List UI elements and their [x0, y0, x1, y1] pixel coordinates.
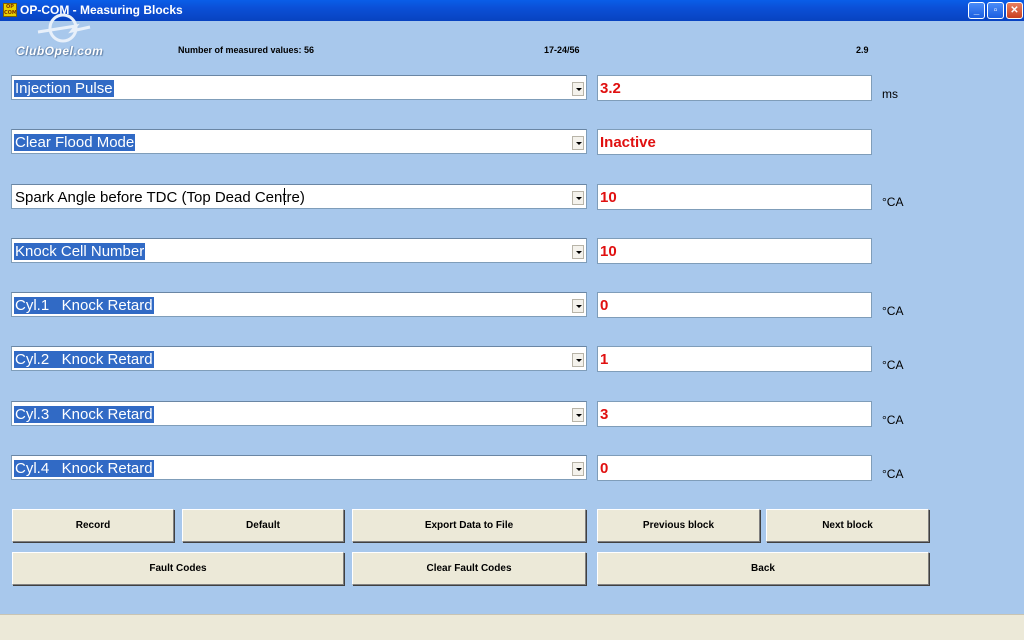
unit-label: °CA	[882, 358, 904, 372]
value-text: 0	[600, 297, 609, 314]
clear-fault-codes-button[interactable]: Clear Fault Codes	[352, 552, 586, 585]
parameter-select[interactable]: Cyl.3 Knock Retard	[11, 401, 587, 426]
parameter-label: Spark Angle before TDC (Top Dead Centre)	[15, 189, 305, 206]
parameter-label: Cyl.3 Knock Retard	[14, 406, 154, 423]
measuring-row: Cyl.1 Knock Retard 0 °CA	[0, 292, 1024, 318]
unit-label: °CA	[882, 467, 904, 481]
status-bar	[0, 614, 1024, 640]
measuring-row: Cyl.3 Knock Retard 3 °CA	[0, 401, 1024, 427]
logo-text: ClubOpel.com	[16, 44, 104, 58]
parameter-select[interactable]: Clear Flood Mode	[11, 129, 587, 154]
parameter-label: Clear Flood Mode	[14, 134, 136, 151]
value-field: Inactive	[597, 129, 872, 155]
maximize-button[interactable]: ▫	[987, 2, 1004, 19]
parameter-label: Injection Pulse	[14, 80, 114, 97]
record-button[interactable]: Record	[12, 509, 174, 542]
unit-label: ms	[882, 87, 898, 101]
parameter-label: Knock Cell Number	[14, 243, 146, 260]
parameter-select[interactable]: Cyl.2 Knock Retard	[11, 346, 587, 371]
measuring-row: Clear Flood Mode Inactive	[0, 129, 1024, 155]
measuring-row: Cyl.2 Knock Retard 1 °CA	[0, 346, 1024, 372]
parameter-label: Cyl.4 Knock Retard	[14, 460, 154, 477]
block-range: 17-24/56	[544, 45, 580, 55]
value-text: 3	[600, 406, 609, 423]
parameter-select[interactable]: Injection Pulse	[11, 75, 587, 100]
chevron-down-icon[interactable]	[572, 245, 584, 259]
value-text: 10	[600, 243, 617, 260]
default-button[interactable]: Default	[182, 509, 344, 542]
chevron-down-icon[interactable]	[572, 462, 584, 476]
value-text: 1	[600, 351, 609, 368]
app-icon: OP COM	[3, 3, 17, 17]
export-data-button[interactable]: Export Data to File	[352, 509, 586, 542]
text-caret	[284, 188, 285, 205]
version-label: 2.9	[856, 45, 869, 55]
measuring-row: Spark Angle before TDC (Top Dead Centre)…	[0, 184, 1024, 210]
chevron-down-icon[interactable]	[572, 353, 584, 367]
value-text: 0	[600, 460, 609, 477]
parameter-label: Cyl.1 Knock Retard	[14, 297, 154, 314]
minimize-button[interactable]: _	[968, 2, 985, 19]
next-block-button[interactable]: Next block	[766, 509, 929, 542]
measuring-row: Cyl.4 Knock Retard 0 °CA	[0, 455, 1024, 481]
chevron-down-icon[interactable]	[572, 299, 584, 313]
previous-block-button[interactable]: Previous block	[597, 509, 760, 542]
value-text: 10	[600, 189, 617, 206]
parameter-select[interactable]: Cyl.1 Knock Retard	[11, 292, 587, 317]
value-field: 0	[597, 455, 872, 481]
unit-label: °CA	[882, 413, 904, 427]
parameter-label: Cyl.2 Knock Retard	[14, 351, 154, 368]
value-text: Inactive	[600, 134, 656, 151]
chevron-down-icon[interactable]	[572, 136, 584, 150]
back-button[interactable]: Back	[597, 552, 929, 585]
value-text: 3.2	[600, 80, 621, 97]
value-field: 0	[597, 292, 872, 318]
measured-values-count: Number of measured values: 56	[178, 45, 315, 55]
measuring-row: Knock Cell Number 10	[0, 238, 1024, 264]
value-field: 3.2	[597, 75, 872, 101]
value-field: 10	[597, 238, 872, 264]
close-button[interactable]: ✕	[1006, 2, 1023, 19]
fault-codes-button[interactable]: Fault Codes	[12, 552, 344, 585]
measuring-row: Injection Pulse 3.2 ms	[0, 75, 1024, 101]
value-field: 10	[597, 184, 872, 210]
parameter-select[interactable]: Cyl.4 Knock Retard	[11, 455, 587, 480]
chevron-down-icon[interactable]	[572, 82, 584, 96]
value-field: 3	[597, 401, 872, 427]
chevron-down-icon[interactable]	[572, 408, 584, 422]
value-field: 1	[597, 346, 872, 372]
chevron-down-icon[interactable]	[572, 191, 584, 205]
unit-label: °CA	[882, 195, 904, 209]
title-bar: OP COM OP-COM - Measuring Blocks _ ▫ ✕	[0, 0, 1024, 21]
unit-label: °CA	[882, 304, 904, 318]
parameter-select[interactable]: Spark Angle before TDC (Top Dead Centre)	[11, 184, 587, 209]
parameter-select[interactable]: Knock Cell Number	[11, 238, 587, 263]
